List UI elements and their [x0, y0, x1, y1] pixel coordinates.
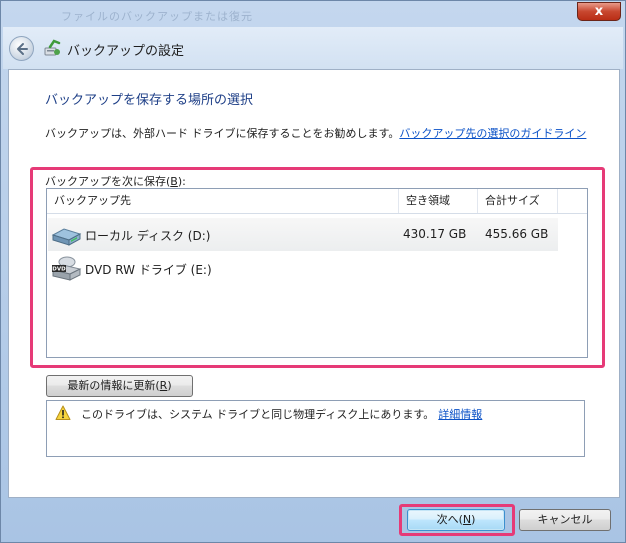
svg-text:DVD: DVD [52, 267, 66, 273]
destination-group-label: バックアップを次に保存(B): [45, 175, 186, 188]
refresh-button[interactable]: 最新の情報に更新(R) [46, 375, 193, 397]
destination-list[interactable]: バックアップ先 空き領域 合計サイズ ローカル ディスク (D:) 430.17… [46, 188, 588, 358]
main-heading: バックアップを保存する場所の選択 [45, 93, 254, 108]
column-header-destination[interactable]: バックアップ先 [47, 189, 399, 213]
close-button[interactable]: x [577, 2, 621, 21]
back-button[interactable] [9, 36, 34, 61]
warning-text: このドライブは、システム ドライブと同じ物理ディスク上にあります。 詳細情報 [81, 406, 482, 422]
drive-name: DVD RW ドライブ (E:) [85, 263, 212, 277]
content-panel: バックアップを保存する場所の選択 バックアップは、外部ハード ドライブに保存する… [8, 69, 620, 498]
drive-name: ローカル ディスク (D:) [85, 229, 211, 243]
dvd-drive-icon: DVD [51, 256, 82, 281]
column-header-total-size[interactable]: 合計サイズ [478, 189, 558, 213]
window-title: ファイルのバックアップまたは復元 [61, 10, 253, 23]
column-header-free-space[interactable]: 空き領域 [399, 189, 478, 213]
details-link[interactable]: 詳細情報 [438, 408, 482, 421]
list-item[interactable]: ローカル ディスク (D:) 430.17 GB 455.66 GB [48, 218, 558, 251]
warning-box: このドライブは、システム ドライブと同じ物理ディスク上にあります。 詳細情報 [46, 400, 585, 457]
warning-icon [55, 405, 71, 420]
title-bar[interactable]: ファイルのバックアップまたは復元 x [1, 1, 626, 27]
close-icon: x [594, 4, 604, 19]
back-arrow-icon [17, 43, 28, 55]
dialog-window: ファイルのバックアップまたは復元 x バックアップの設定 バックアップを保存する… [0, 0, 626, 543]
hard-drive-icon [51, 228, 82, 246]
drive-free-space: 430.17 GB [403, 227, 467, 241]
intro-text: バックアップは、外部ハード ドライブに保存することをお勧めします。バックアップ先… [45, 125, 586, 141]
drive-total-size: 455.66 GB [485, 227, 549, 241]
cancel-button[interactable]: キャンセル [519, 509, 611, 531]
dialog-header: バックアップの設定 [3, 27, 623, 69]
warning-message: このドライブは、システム ドライブと同じ物理ディスク上にあります。 [81, 408, 435, 421]
intro-sentence: バックアップは、外部ハード ドライブに保存することをお勧めします。 [45, 127, 400, 140]
guideline-link[interactable]: バックアップ先の選択のガイドライン [399, 127, 586, 140]
list-header: バックアップ先 空き領域 合計サイズ [47, 189, 587, 214]
page-title: バックアップの設定 [67, 44, 185, 59]
backup-app-icon [44, 39, 61, 56]
column-header-filler [558, 189, 587, 213]
next-button[interactable]: 次へ(N) [407, 509, 505, 531]
list-item[interactable]: DVD DVD RW ドライブ (E:) [48, 252, 558, 285]
